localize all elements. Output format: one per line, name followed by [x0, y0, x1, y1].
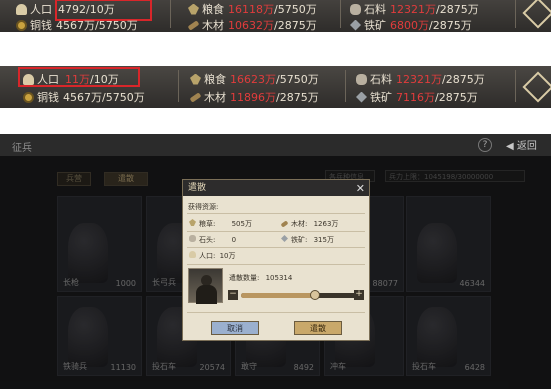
iron-label: 铁矿 [364, 19, 386, 32]
grain-max: /5750万 [276, 73, 319, 86]
iron-cell: 铁矿 7116万 /2875万 [356, 89, 478, 105]
person-icon [189, 251, 196, 258]
stone-label: 石料 [364, 3, 386, 16]
stone-current: 12321万 [390, 3, 436, 16]
slider-fill [241, 293, 316, 298]
wood-value: 1263万 [313, 220, 339, 228]
grain-value: 505万 [231, 220, 252, 228]
stone-max: /2875万 [436, 3, 479, 16]
iron-max: /2875万 [435, 91, 478, 104]
copper-value: 4567万/5750万 [56, 19, 138, 32]
dialog-subtitle: 获得资源: [188, 203, 219, 211]
grain-label: 粮食 [204, 73, 226, 86]
copper-label: 铜钱 [30, 19, 52, 32]
stone-max: /2875万 [442, 73, 485, 86]
conscription-screen: 征兵 ? ◀ 返回 兵营 遣散 各兵种信息 兵力上限：1045198/30000… [0, 134, 551, 389]
copper-cell: 铜钱 4567万/5750万 [23, 89, 145, 105]
wood-max: /2875万 [276, 91, 319, 104]
wood-icon [280, 220, 289, 228]
iron-value: 315万 [313, 236, 334, 244]
resource-bar-top: 人口 4792/10万 铜钱 4567万/5750万 粮食 16118万 /57… [0, 0, 551, 32]
coin-icon [23, 91, 34, 103]
iron-icon [281, 235, 288, 242]
stone-label: 石头: [199, 236, 216, 244]
wood-label: 木材 [204, 91, 226, 104]
dismiss-count-label: 遣散数量: [229, 274, 260, 282]
iron-icon [356, 91, 367, 103]
dialog-title-text: 遣散 [188, 183, 207, 193]
person-icon [16, 3, 27, 15]
grain-max: /5750万 [274, 3, 317, 16]
help-icon[interactable]: ? [478, 138, 492, 152]
grain-reward: 粮草: 505万 [189, 218, 252, 230]
grain-cell: 粮食 16118万 /5750万 [188, 1, 317, 17]
grain-cell: 粮食 16623万 /5750万 [190, 71, 319, 87]
iron-reward: 铁矿: 315万 [281, 234, 334, 246]
back-button[interactable]: ◀ 返回 [506, 137, 537, 152]
page-title: 征兵 [12, 143, 32, 154]
back-label: 返回 [516, 141, 537, 152]
iron-max: /2875万 [429, 19, 472, 32]
wood-max: /2875万 [274, 19, 317, 32]
top-bar: 征兵 ? ◀ 返回 [0, 134, 551, 156]
stone-value: 0 [231, 236, 237, 244]
population-reward: 人口: 10万 [189, 250, 236, 262]
grain-current: 16623万 [230, 73, 276, 86]
pop-label: 人口: [199, 252, 216, 260]
grain-icon [189, 219, 196, 226]
unit-portrait [188, 268, 223, 304]
iron-current: 6800万 [390, 19, 429, 32]
wood-icon [189, 91, 202, 103]
dismiss-count-value: 105314 [265, 274, 293, 282]
wood-current: 10632万 [228, 19, 274, 32]
dismiss-dialog: 遣散 ✕ 获得资源: 粮草: 505万 木材: 1263万 石头: 0 铁矿: … [182, 179, 370, 341]
close-icon[interactable]: ✕ [356, 181, 365, 197]
stone-icon [189, 235, 196, 242]
wood-label: 木材: [291, 220, 308, 228]
population-label: 人口 [30, 3, 52, 16]
copper-cell: 铜钱 4567万/5750万 [16, 17, 138, 33]
grain-label: 粮食 [202, 3, 224, 16]
stone-icon [356, 73, 367, 85]
dismiss-count: 遣散数量: 105314 [229, 272, 292, 284]
stone-reward: 石头: 0 [189, 234, 236, 246]
iron-label: 铁矿 [370, 91, 392, 104]
resource-bar-bottom: 人口 11万 /10万 铜钱 4567万/5750万 粮食 16623万 /57… [0, 66, 551, 108]
cancel-button[interactable]: 取消 [211, 321, 259, 335]
pop-value: 10万 [219, 252, 236, 260]
iron-label: 铁矿: [291, 236, 308, 244]
wood-icon [187, 19, 200, 31]
highlight-box [18, 67, 140, 87]
stone-cell: 石料 12321万 /2875万 [350, 1, 479, 17]
wood-label: 木材 [202, 19, 224, 32]
copper-label: 铜钱 [37, 91, 59, 104]
coin-icon [16, 19, 27, 31]
grain-current: 16118万 [228, 3, 274, 16]
iron-cell: 铁矿 6800万 /2875万 [350, 17, 472, 33]
wood-reward: 木材: 1263万 [280, 218, 339, 230]
stone-label: 石料 [370, 73, 392, 86]
grain-icon [190, 73, 201, 85]
grain-icon [188, 3, 199, 15]
minus-button[interactable]: − [228, 290, 238, 300]
wood-cell: 木材 11896万 /2875万 [189, 89, 319, 105]
slider-knob[interactable] [310, 290, 321, 300]
plus-button[interactable]: + [354, 290, 364, 300]
stone-cell: 石料 12321万 /2875万 [356, 71, 485, 87]
back-diamond-icon[interactable] [522, 0, 551, 29]
dialog-title: 遣散 ✕ [183, 180, 369, 196]
dismiss-slider[interactable] [241, 290, 361, 300]
iron-icon [350, 19, 361, 31]
iron-current: 7116万 [396, 91, 435, 104]
stone-icon [350, 3, 361, 15]
grain-label: 粮草: [199, 220, 216, 228]
wood-current: 11896万 [230, 91, 276, 104]
stone-current: 12321万 [396, 73, 442, 86]
confirm-dismiss-button[interactable]: 遣散 [294, 321, 342, 335]
back-diamond-icon[interactable] [522, 71, 551, 103]
wood-cell: 木材 10632万 /2875万 [187, 17, 317, 33]
copper-value: 4567万/5750万 [63, 91, 145, 104]
